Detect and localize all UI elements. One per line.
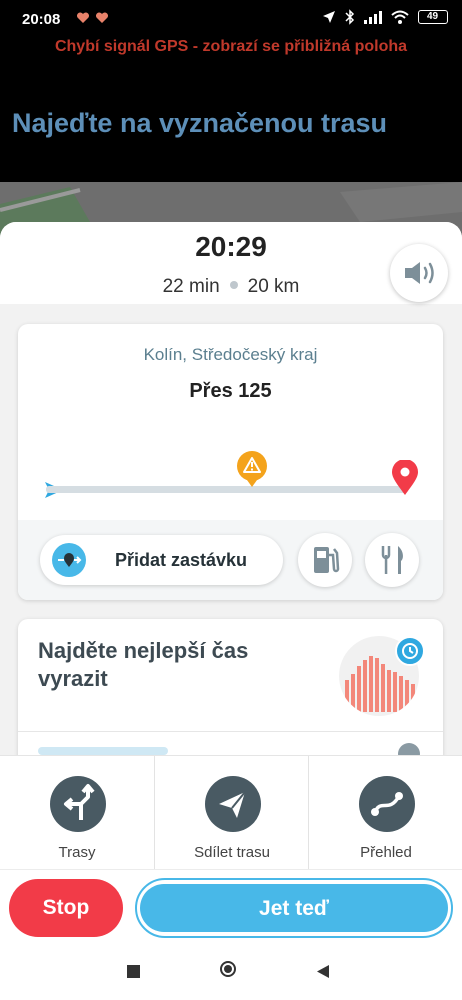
partially-hidden-link[interactable] xyxy=(38,747,168,755)
trip-duration: 22 min xyxy=(162,276,220,297)
speaker-icon xyxy=(405,262,434,284)
bottom-navigation: Trasy Sdílet trasu Přehled xyxy=(0,755,462,870)
trip-distance: 20 km xyxy=(247,276,300,297)
clock-icon xyxy=(395,636,425,666)
back-button[interactable] xyxy=(316,964,330,979)
overview-route-icon xyxy=(359,776,415,832)
add-stop-button[interactable]: Přidat zastávku xyxy=(40,535,283,585)
battery-level: 49 xyxy=(426,11,439,22)
wifi-icon xyxy=(391,10,409,24)
nav-routes-label: Trasy xyxy=(58,844,96,861)
add-stop-icon xyxy=(52,543,86,577)
location-arrow-icon xyxy=(323,11,335,23)
gas-station-button[interactable] xyxy=(298,533,352,587)
home-button[interactable] xyxy=(220,961,236,977)
go-now-button[interactable]: Jet teď xyxy=(135,878,453,938)
nav-routes[interactable]: Trasy xyxy=(0,756,154,870)
best-time-title: Najděte nejlepší čas vyrazit xyxy=(38,638,249,691)
stop-button[interactable]: Stop xyxy=(9,879,123,937)
card-divider xyxy=(18,731,443,732)
go-now-label: Jet teď xyxy=(259,897,329,920)
heart-icon xyxy=(95,12,109,23)
card-actions: Přidat zastávku xyxy=(18,520,443,600)
fork-knife-icon xyxy=(381,546,403,574)
add-stop-label: Přidat zastávku xyxy=(115,550,248,570)
heart-icon xyxy=(76,12,90,23)
trip-summary: 20:29 22 min 20 km xyxy=(0,222,462,304)
restaurant-button[interactable] xyxy=(365,533,419,587)
share-icon xyxy=(205,776,261,832)
gps-warning: Chybí signál GPS - zobrazí se přibližná … xyxy=(54,38,408,55)
nav-overview[interactable]: Přehled xyxy=(309,756,462,870)
signal-icon xyxy=(364,11,382,24)
route-card[interactable]: Kolín, Středočeský kraj Přes 125 Přidat … xyxy=(18,324,443,600)
hazard-marker[interactable] xyxy=(236,451,268,489)
bluetooth-icon xyxy=(345,9,355,25)
status-bar: 20:08 49 xyxy=(0,0,462,36)
separator-dot xyxy=(229,281,238,290)
gas-pump-icon xyxy=(314,547,340,573)
sound-button[interactable] xyxy=(390,244,448,302)
nav-share-label: Sdílet trasu xyxy=(194,844,270,861)
destination-street: Přes 125 xyxy=(189,380,272,402)
nav-overview-label: Přehled xyxy=(360,844,412,861)
routes-icon xyxy=(50,776,106,832)
navigation-instruction: Najeďte na vyznačenou trasu xyxy=(12,108,388,138)
nav-share-route[interactable]: Sdílet trasu xyxy=(155,756,309,870)
route-progress-track xyxy=(46,486,408,493)
warning-icon xyxy=(237,451,268,487)
battery-icon: 49 xyxy=(418,10,448,24)
system-navigation-bar xyxy=(0,945,462,1000)
destination-pin-icon xyxy=(392,460,418,495)
action-bar: Stop Jet teď xyxy=(0,869,462,946)
destination-region: Kolín, Středočeský kraj xyxy=(143,345,318,364)
status-time: 20:08 xyxy=(22,11,61,28)
recent-apps-button[interactable] xyxy=(127,965,140,978)
